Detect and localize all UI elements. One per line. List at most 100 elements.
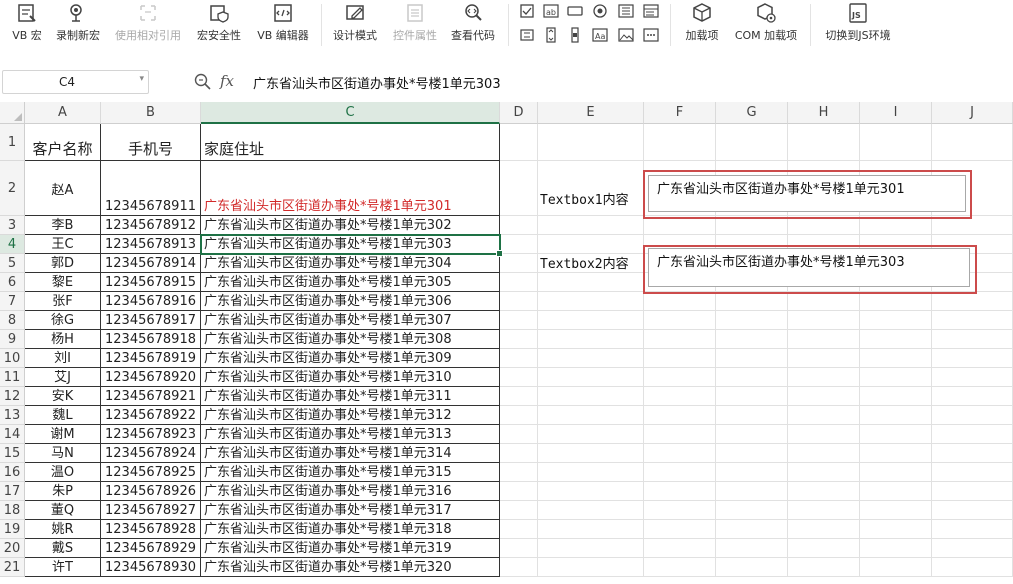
cell[interactable] <box>860 330 932 349</box>
cell[interactable] <box>538 124 644 161</box>
switch-js-button[interactable]: JS 切换到JS环境 <box>818 0 898 50</box>
cell[interactable] <box>538 482 644 501</box>
row-header-18[interactable]: 18 <box>0 501 25 520</box>
row-header-14[interactable]: 14 <box>0 425 25 444</box>
cell[interactable] <box>788 520 860 539</box>
cell[interactable] <box>788 292 860 311</box>
cell[interactable] <box>500 539 538 558</box>
cell[interactable] <box>538 235 644 254</box>
cell[interactable] <box>644 520 716 539</box>
row-header-10[interactable]: 10 <box>0 349 25 368</box>
address-cell[interactable]: 广东省汕头市区街道办事处*号楼1单元313 <box>201 425 500 444</box>
phone-cell[interactable]: 12345678922 <box>101 406 201 425</box>
row-header-1[interactable]: 1 <box>0 124 25 161</box>
phone-cell[interactable]: 12345678920 <box>101 368 201 387</box>
column-header-i[interactable]: I <box>860 102 932 124</box>
address-cell[interactable]: 广东省汕头市区街道办事处*号楼1单元308 <box>201 330 500 349</box>
cell[interactable] <box>788 463 860 482</box>
row-header-13[interactable]: 13 <box>0 406 25 425</box>
cell[interactable] <box>716 349 788 368</box>
cell[interactable] <box>644 311 716 330</box>
cell[interactable] <box>644 330 716 349</box>
cell[interactable] <box>860 501 932 520</box>
cell[interactable] <box>716 368 788 387</box>
row-header-3[interactable]: 3 <box>0 216 25 235</box>
cell[interactable] <box>932 482 1013 501</box>
address-cell[interactable]: 广东省汕头市区街道办事处*号楼1单元303 <box>201 235 500 254</box>
column-header-c[interactable]: C <box>201 102 500 124</box>
cell[interactable] <box>500 349 538 368</box>
cell[interactable] <box>716 501 788 520</box>
column-header-b[interactable]: B <box>101 102 201 124</box>
cell[interactable] <box>716 444 788 463</box>
cell[interactable] <box>538 330 644 349</box>
cell[interactable] <box>716 539 788 558</box>
cell[interactable] <box>860 387 932 406</box>
cell[interactable] <box>644 292 716 311</box>
phone-cell[interactable]: 12345678919 <box>101 349 201 368</box>
phone-cell[interactable]: 12345678928 <box>101 520 201 539</box>
phone-cell[interactable]: 12345678921 <box>101 387 201 406</box>
cell[interactable] <box>716 520 788 539</box>
cell[interactable] <box>538 311 644 330</box>
insert-function-button[interactable]: fx <box>220 72 234 90</box>
address-cell[interactable]: 广东省汕头市区街道办事处*号楼1单元309 <box>201 349 500 368</box>
address-cell[interactable]: 广东省汕头市区街道办事处*号楼1单元304 <box>201 254 500 273</box>
address-cell[interactable]: 广东省汕头市区街道办事处*号楼1单元316 <box>201 482 500 501</box>
cell[interactable] <box>538 406 644 425</box>
phone-cell[interactable]: 12345678915 <box>101 273 201 292</box>
row-header-16[interactable]: 16 <box>0 463 25 482</box>
checkbox-control-icon[interactable] <box>519 3 535 19</box>
cell[interactable] <box>644 425 716 444</box>
cell[interactable] <box>538 501 644 520</box>
cell[interactable] <box>716 406 788 425</box>
cell[interactable] <box>716 482 788 501</box>
cell[interactable] <box>788 558 860 577</box>
cell[interactable] <box>932 124 1013 161</box>
cell[interactable] <box>860 520 932 539</box>
address-cell[interactable]: 广东省汕头市区街道办事处*号楼1单元314 <box>201 444 500 463</box>
address-cell[interactable]: 广东省汕头市区街道办事处*号楼1单元311 <box>201 387 500 406</box>
cell[interactable] <box>860 406 932 425</box>
address-cell[interactable]: 广东省汕头市区街道办事处*号楼1单元312 <box>201 406 500 425</box>
row-header-19[interactable]: 19 <box>0 520 25 539</box>
cell[interactable] <box>644 558 716 577</box>
row-header-21[interactable]: 21 <box>0 558 25 577</box>
cell[interactable] <box>538 387 644 406</box>
cell[interactable] <box>860 539 932 558</box>
chevron-down-icon[interactable]: ▾ <box>139 74 144 84</box>
cell[interactable] <box>538 444 644 463</box>
listbox-control-icon[interactable] <box>618 3 634 19</box>
cell[interactable] <box>538 292 644 311</box>
customer-name-cell[interactable]: 张F <box>25 292 101 311</box>
cell[interactable] <box>644 387 716 406</box>
cell[interactable] <box>500 311 538 330</box>
cell[interactable] <box>932 311 1013 330</box>
cell[interactable] <box>538 539 644 558</box>
address-cell[interactable]: 广东省汕头市区街道办事处*号楼1单元307 <box>201 311 500 330</box>
row-header-5[interactable]: 5 <box>0 254 25 273</box>
cell[interactable] <box>500 216 538 235</box>
view-code-button[interactable]: 查看代码 <box>446 0 500 50</box>
cell[interactable] <box>860 368 932 387</box>
control-properties-button[interactable]: 控件属性 <box>388 0 442 50</box>
com-add-ins-button[interactable]: COM 加载项 <box>729 0 803 50</box>
address-cell[interactable]: 广东省汕头市区街道办事处*号楼1单元319 <box>201 539 500 558</box>
cell[interactable] <box>716 124 788 161</box>
cell[interactable] <box>788 482 860 501</box>
phone-cell[interactable]: 12345678923 <box>101 425 201 444</box>
cell[interactable] <box>932 349 1013 368</box>
scrollbar-control-icon[interactable] <box>519 27 535 43</box>
cell[interactable] <box>500 444 538 463</box>
cell[interactable] <box>500 520 538 539</box>
column-header-d[interactable]: D <box>500 102 538 124</box>
address-cell[interactable]: 广东省汕头市区街道办事处*号楼1单元306 <box>201 292 500 311</box>
address-cell[interactable]: 广东省汕头市区街道办事处*号楼1单元320 <box>201 558 500 577</box>
row-header-12[interactable]: 12 <box>0 387 25 406</box>
row-header-6[interactable]: 6 <box>0 273 25 292</box>
phone-cell[interactable]: 12345678929 <box>101 539 201 558</box>
cell[interactable] <box>860 292 932 311</box>
customer-name-cell[interactable]: 郭D <box>25 254 101 273</box>
customer-name-cell[interactable]: 魏L <box>25 406 101 425</box>
cell[interactable] <box>644 539 716 558</box>
